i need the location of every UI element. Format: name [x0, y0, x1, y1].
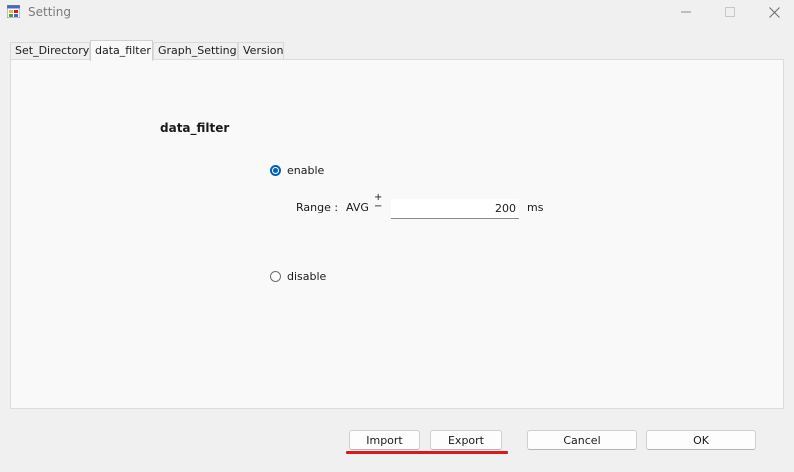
cancel-button[interactable]: Cancel: [527, 430, 637, 450]
import-button[interactable]: Import: [349, 430, 420, 450]
tab-graph-setting[interactable]: Graph_Setting: [153, 42, 238, 59]
export-button[interactable]: Export: [430, 430, 502, 450]
title-bar: Setting: [0, 0, 794, 26]
minus-sign: −: [374, 201, 383, 212]
disable-label: disable: [287, 270, 327, 283]
tab-data-filter[interactable]: data_filter: [90, 40, 153, 61]
enable-label: enable: [287, 164, 325, 177]
minimize-button[interactable]: [664, 0, 708, 24]
plus-minus-symbol: + −: [374, 193, 383, 212]
ok-button[interactable]: OK: [646, 430, 756, 450]
minimize-icon: [681, 11, 691, 13]
disable-radio[interactable]: [270, 271, 281, 282]
avg-label: AVG: [346, 201, 369, 214]
tab-panel-data-filter: data_filter enable Range : AVG + − ms di…: [10, 59, 784, 409]
enable-radio[interactable]: [270, 165, 281, 176]
unit-label: ms: [527, 201, 544, 214]
range-label: Range :: [296, 201, 339, 214]
close-button[interactable]: [752, 0, 794, 24]
tab-version[interactable]: Version: [238, 42, 284, 59]
tab-set-directory[interactable]: Set_Directory: [10, 42, 90, 59]
enable-option[interactable]: enable: [270, 164, 324, 177]
disable-option[interactable]: disable: [270, 270, 326, 283]
maximize-button[interactable]: [708, 0, 752, 24]
close-icon: [768, 6, 780, 18]
window-title: Setting: [28, 5, 71, 19]
maximize-icon: [725, 7, 735, 17]
red-underline-annotation: [346, 451, 508, 454]
range-value-input[interactable]: [391, 199, 519, 219]
windows-form-icon: [7, 5, 20, 18]
section-title: data_filter: [160, 121, 230, 135]
